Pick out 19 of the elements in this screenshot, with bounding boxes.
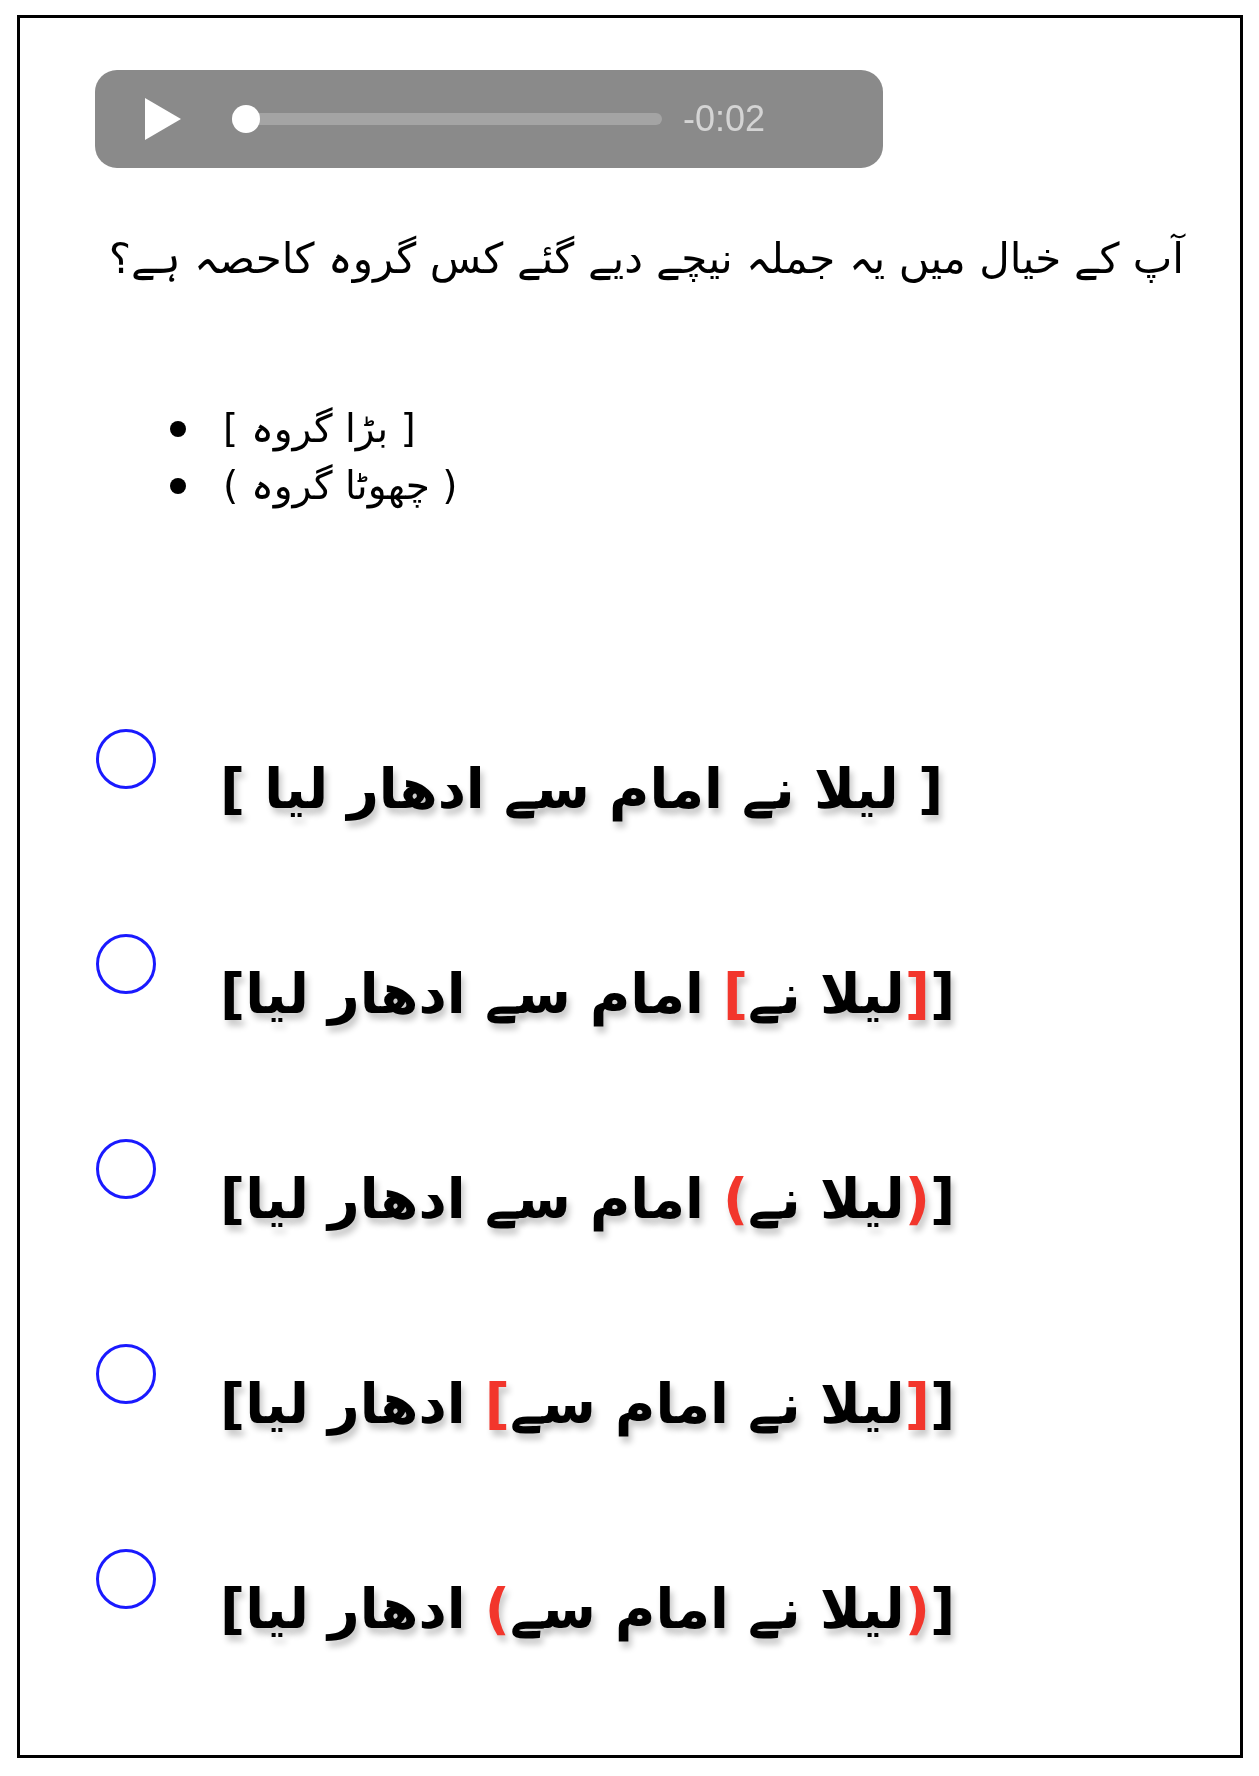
- option-text: [ لیلا نے امام سے ادھار لیا ]: [220, 756, 944, 824]
- list-item-text: ( چھوٹا گروہ ): [223, 462, 458, 511]
- radio-button[interactable]: [96, 1344, 156, 1404]
- option-text: [ [ لیلا نے امام سے] ادھار لیا]: [220, 1371, 956, 1439]
- bullet-icon: [170, 477, 186, 494]
- radio-button[interactable]: [96, 1549, 156, 1609]
- radio-button[interactable]: [96, 934, 156, 994]
- option-text: [ [ لیلا نے] امام سے ادھار لیا]: [220, 961, 956, 1029]
- radio-button[interactable]: [96, 729, 156, 789]
- bullet-icon: [170, 420, 186, 437]
- seek-thumb[interactable]: [232, 105, 260, 133]
- radio-button[interactable]: [96, 1139, 156, 1199]
- option-text: [ ( لیلا نے) امام سے ادھار لیا]: [220, 1166, 956, 1234]
- time-remaining: -0:02: [683, 98, 766, 140]
- question-text: آپ کے خیال میں یہ جملہ نیچے دیے گئے کس گروہ کاحصہ ہے؟: [107, 232, 1184, 285]
- list-item-text: [ بڑا گروہ ]: [223, 405, 416, 454]
- option-text: [ ( لیلا نے امام سے) ادھار لیا]: [220, 1576, 956, 1644]
- play-icon[interactable]: [145, 98, 181, 140]
- seek-track[interactable]: [232, 105, 662, 133]
